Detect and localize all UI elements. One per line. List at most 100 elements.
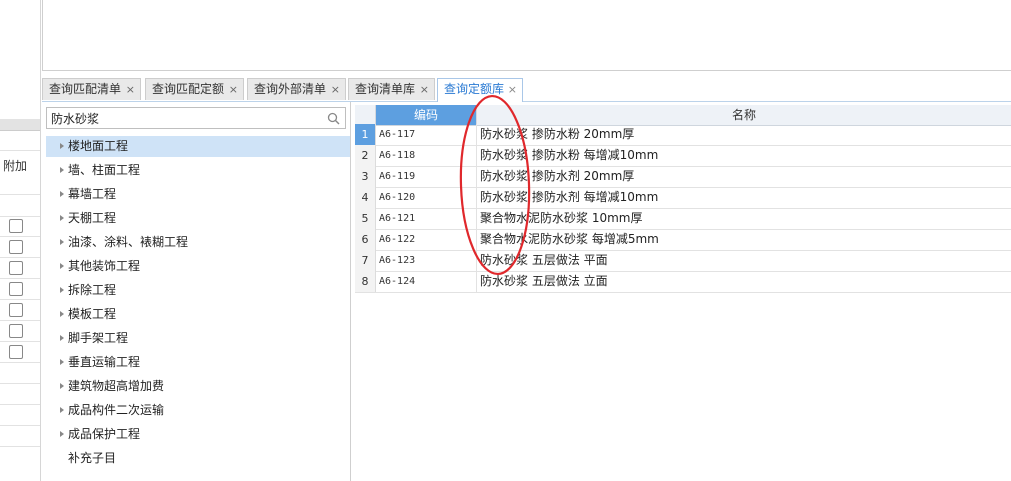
caret-right-icon[interactable] xyxy=(60,287,64,293)
tree-item[interactable]: 其他装饰工程 xyxy=(46,256,350,277)
caret-right-icon[interactable] xyxy=(60,263,64,269)
quota-code-cell[interactable]: A6-123 xyxy=(376,250,477,271)
quota-code-cell[interactable]: A6-120 xyxy=(376,187,477,208)
quota-name-cell[interactable]: 防水砂浆 五层做法 立面 xyxy=(480,271,608,292)
row-number: 2 xyxy=(355,145,376,166)
tree-item[interactable]: 天棚工程 xyxy=(46,208,350,229)
checkbox[interactable] xyxy=(9,261,23,275)
category-tree-panel: 楼地面工程墙、柱面工程幕墙工程天棚工程油漆、涂料、裱糊工程其他装饰工程拆除工程模… xyxy=(42,102,351,481)
left-strip-cell xyxy=(0,194,40,217)
quota-code-cell[interactable]: A6-124 xyxy=(376,271,477,292)
table-row[interactable]: 4 A6-120 防水砂浆 掺防水剂 每增减10mm xyxy=(355,187,1011,209)
caret-right-icon[interactable] xyxy=(60,359,64,365)
quota-name-cell[interactable]: 防水砂浆 五层做法 平面 xyxy=(480,250,608,271)
tab-bar: 查询匹配清单 × 查询匹配定额 × 查询外部清单 × 查询清单库 × 查询定额库… xyxy=(42,78,1011,102)
left-strip-cell xyxy=(0,404,40,426)
tab-query-list-library[interactable]: 查询清单库 × xyxy=(348,78,435,100)
quota-name-cell[interactable]: 防水砂浆 掺防水粉 每增减10mm xyxy=(480,145,658,166)
left-strip-cell xyxy=(0,383,40,405)
tree-item[interactable]: 墙、柱面工程 xyxy=(46,160,350,181)
table-row[interactable]: 3 A6-119 防水砂浆 掺防水剂 20mm厚 xyxy=(355,166,1011,188)
tree-item-label: 补充子目 xyxy=(68,451,117,465)
left-strip-cell xyxy=(0,425,40,447)
checkbox[interactable] xyxy=(9,324,23,338)
quota-code-cell[interactable]: A6-121 xyxy=(376,208,477,229)
tree-item[interactable]: 建筑物超高增加费 xyxy=(46,376,350,397)
tree-item-label: 楼地面工程 xyxy=(68,139,129,153)
checkbox[interactable] xyxy=(9,345,23,359)
table-row[interactable]: 8 A6-124 防水砂浆 五层做法 立面 xyxy=(355,271,1011,293)
row-number: 8 xyxy=(355,271,376,292)
caret-right-icon[interactable] xyxy=(60,431,64,437)
caret-right-icon[interactable] xyxy=(60,407,64,413)
tree-item[interactable]: 拆除工程 xyxy=(46,280,350,301)
checkbox[interactable] xyxy=(9,282,23,296)
tree-item[interactable]: 补充子目 xyxy=(46,448,350,469)
left-strip-cell xyxy=(0,130,40,151)
tab-query-match-quota[interactable]: 查询匹配定额 × xyxy=(145,78,244,100)
close-icon[interactable]: × xyxy=(508,79,517,100)
quota-name-cell[interactable]: 聚合物水泥防水砂浆 10mm厚 xyxy=(480,208,642,229)
checkbox[interactable] xyxy=(9,219,23,233)
tree-item[interactable]: 成品保护工程 xyxy=(46,424,350,445)
table-row[interactable]: 7 A6-123 防水砂浆 五层做法 平面 xyxy=(355,250,1011,272)
caret-right-icon[interactable] xyxy=(60,383,64,389)
tab-query-quota-library[interactable]: 查询定额库 × xyxy=(437,78,523,102)
search-input[interactable] xyxy=(47,108,321,128)
close-icon[interactable]: × xyxy=(331,79,340,100)
tree-item[interactable]: 油漆、涂料、裱糊工程 xyxy=(46,232,350,253)
tree-item[interactable]: 模板工程 xyxy=(46,304,350,325)
tab-label: 查询定额库 xyxy=(444,82,505,96)
quota-name-cell[interactable]: 防水砂浆 掺防水剂 每增减10mm xyxy=(480,187,658,208)
column-header-code[interactable]: 编码 xyxy=(376,105,477,125)
table-row[interactable]: 2 A6-118 防水砂浆 掺防水粉 每增减10mm xyxy=(355,145,1011,167)
caret-right-icon[interactable] xyxy=(60,335,64,341)
table-row[interactable]: 5 A6-121 聚合物水泥防水砂浆 10mm厚 xyxy=(355,208,1011,230)
quota-code-cell[interactable]: A6-118 xyxy=(376,145,477,166)
left-strip-cell xyxy=(0,172,40,195)
search-box xyxy=(46,107,346,129)
caret-right-icon[interactable] xyxy=(60,311,64,317)
checkbox[interactable] xyxy=(9,240,23,254)
close-icon[interactable]: × xyxy=(420,79,429,100)
close-icon[interactable]: × xyxy=(126,79,135,100)
quota-name-cell[interactable]: 聚合物水泥防水砂浆 每增减5mm xyxy=(480,229,659,250)
search-icon[interactable] xyxy=(327,112,340,125)
tab-label: 查询外部清单 xyxy=(254,82,327,96)
row-number: 1 xyxy=(355,124,376,145)
tree-item-label: 脚手架工程 xyxy=(68,331,129,345)
tree-item-label: 其他装饰工程 xyxy=(68,259,141,273)
caret-right-icon[interactable] xyxy=(60,167,64,173)
quota-code-cell[interactable]: A6-119 xyxy=(376,166,477,187)
quota-name-cell[interactable]: 防水砂浆 掺防水剂 20mm厚 xyxy=(480,166,634,187)
caret-right-icon[interactable] xyxy=(60,239,64,245)
tree-item[interactable]: 楼地面工程 xyxy=(46,136,350,157)
tree-item[interactable]: 脚手架工程 xyxy=(46,328,350,349)
column-header-name[interactable]: 名称 xyxy=(477,105,1011,125)
tab-query-match-list[interactable]: 查询匹配清单 × xyxy=(42,78,141,100)
quota-name-cell[interactable]: 防水砂浆 掺防水粉 20mm厚 xyxy=(480,124,634,145)
tab-query-external-list[interactable]: 查询外部清单 × xyxy=(247,78,346,100)
row-number: 4 xyxy=(355,187,376,208)
checkbox[interactable] xyxy=(9,303,23,317)
quota-code-cell[interactable]: A6-122 xyxy=(376,229,477,250)
tab-label: 查询匹配清单 xyxy=(49,82,122,96)
quota-code-cell[interactable]: A6-117 xyxy=(376,124,477,145)
tree-item-label: 垂直运输工程 xyxy=(68,355,141,369)
tree-item-label: 油漆、涂料、裱糊工程 xyxy=(68,235,189,249)
caret-right-icon[interactable] xyxy=(60,143,64,149)
tree-item[interactable]: 垂直运输工程 xyxy=(46,352,350,373)
tree-item[interactable]: 成品构件二次运输 xyxy=(46,400,350,421)
row-number: 3 xyxy=(355,166,376,187)
caret-right-icon[interactable] xyxy=(60,215,64,221)
close-icon[interactable]: × xyxy=(229,79,238,100)
table-row[interactable]: 1 A6-117 防水砂浆 掺防水粉 20mm厚 xyxy=(355,124,1011,146)
grid-header: 编码 名称 xyxy=(355,105,1011,126)
row-number: 7 xyxy=(355,250,376,271)
tab-label: 查询匹配定额 xyxy=(152,82,225,96)
caret-right-icon[interactable] xyxy=(60,191,64,197)
tree-item-label: 幕墙工程 xyxy=(68,187,117,201)
tree-item[interactable]: 幕墙工程 xyxy=(46,184,350,205)
tab-label: 查询清单库 xyxy=(355,82,416,96)
table-row[interactable]: 6 A6-122 聚合物水泥防水砂浆 每增减5mm xyxy=(355,229,1011,251)
